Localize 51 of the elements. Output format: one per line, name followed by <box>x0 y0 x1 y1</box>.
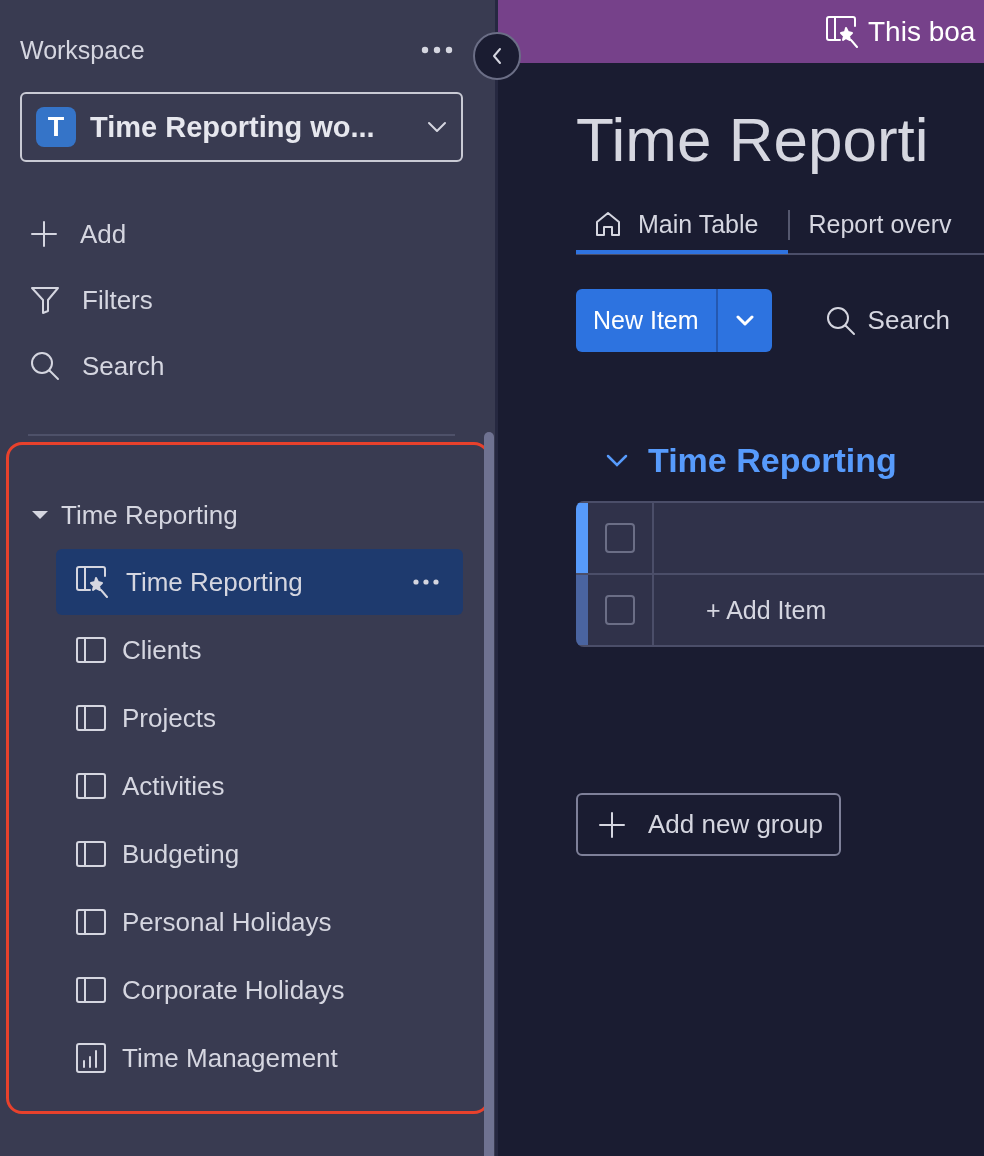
workspace-dropdown[interactable]: T Time Reporting wo... <box>20 92 463 162</box>
filter-icon <box>30 285 60 315</box>
sidebar-item[interactable]: Clients <box>56 617 463 683</box>
chevron-left-icon <box>492 47 502 65</box>
add-icon <box>30 220 58 248</box>
add-action[interactable]: Add <box>30 212 127 256</box>
checkbox[interactable] <box>605 523 635 553</box>
sidebar-item[interactable]: Projects <box>56 685 463 751</box>
table-icon <box>76 841 106 867</box>
sidebar-item[interactable]: Activities <box>56 753 463 819</box>
search-button[interactable]: Search <box>819 304 956 337</box>
chevron-icon[interactable] <box>606 453 628 467</box>
search-action[interactable]: Search <box>30 344 165 388</box>
board-title: Time Reporti <box>576 104 930 176</box>
group-color-strip <box>576 503 588 573</box>
scrollbar[interactable] <box>484 432 494 1156</box>
info-banner: This boa <box>498 0 984 63</box>
group-color-strip <box>576 575 588 645</box>
sidebar-item[interactable]: Time Reporting <box>56 549 463 615</box>
view-tab[interactable]: Report overv <box>790 198 982 254</box>
plus-icon <box>598 810 626 839</box>
sidebar-title: Workspace <box>20 35 145 65</box>
search-icon <box>825 305 856 336</box>
chevron-down-icon <box>427 121 447 133</box>
filter-action[interactable]: Filters <box>30 278 153 322</box>
search-icon <box>30 351 60 381</box>
view-tab[interactable]: Main Table <box>576 198 789 254</box>
table-icon <box>76 773 106 799</box>
workspace-avatar: T <box>36 107 76 147</box>
chevron-down-icon <box>735 315 754 326</box>
sidebar-item[interactable]: Budgeting <box>56 821 463 887</box>
table-icon <box>76 637 106 663</box>
sidebar-item[interactable]: Personal Holidays <box>56 889 463 955</box>
table-sparkle-icon <box>76 566 110 598</box>
dropdown-button[interactable] <box>715 289 772 352</box>
checkbox[interactable] <box>605 595 635 625</box>
more-icon[interactable] <box>413 579 439 585</box>
sidebar-item[interactable]: Corporate Holidays <box>56 957 463 1023</box>
folder-header[interactable]: Time Reporting <box>9 495 487 535</box>
new-item-button[interactable]: New Item <box>576 289 716 352</box>
add-group-button[interactable]: Add new group <box>576 793 841 856</box>
sidebar-item[interactable]: Time Management <box>56 1025 463 1091</box>
group-title: Time Reporting <box>648 440 897 480</box>
table-icon <box>76 909 106 935</box>
home-icon <box>594 210 622 238</box>
table-sparkle-icon <box>826 15 860 48</box>
table-icon <box>76 705 106 731</box>
add-item-link[interactable]: + Add Item <box>706 595 827 625</box>
more-icon[interactable] <box>421 46 453 54</box>
bar-chart-icon <box>76 1043 106 1073</box>
table-icon <box>76 977 106 1003</box>
